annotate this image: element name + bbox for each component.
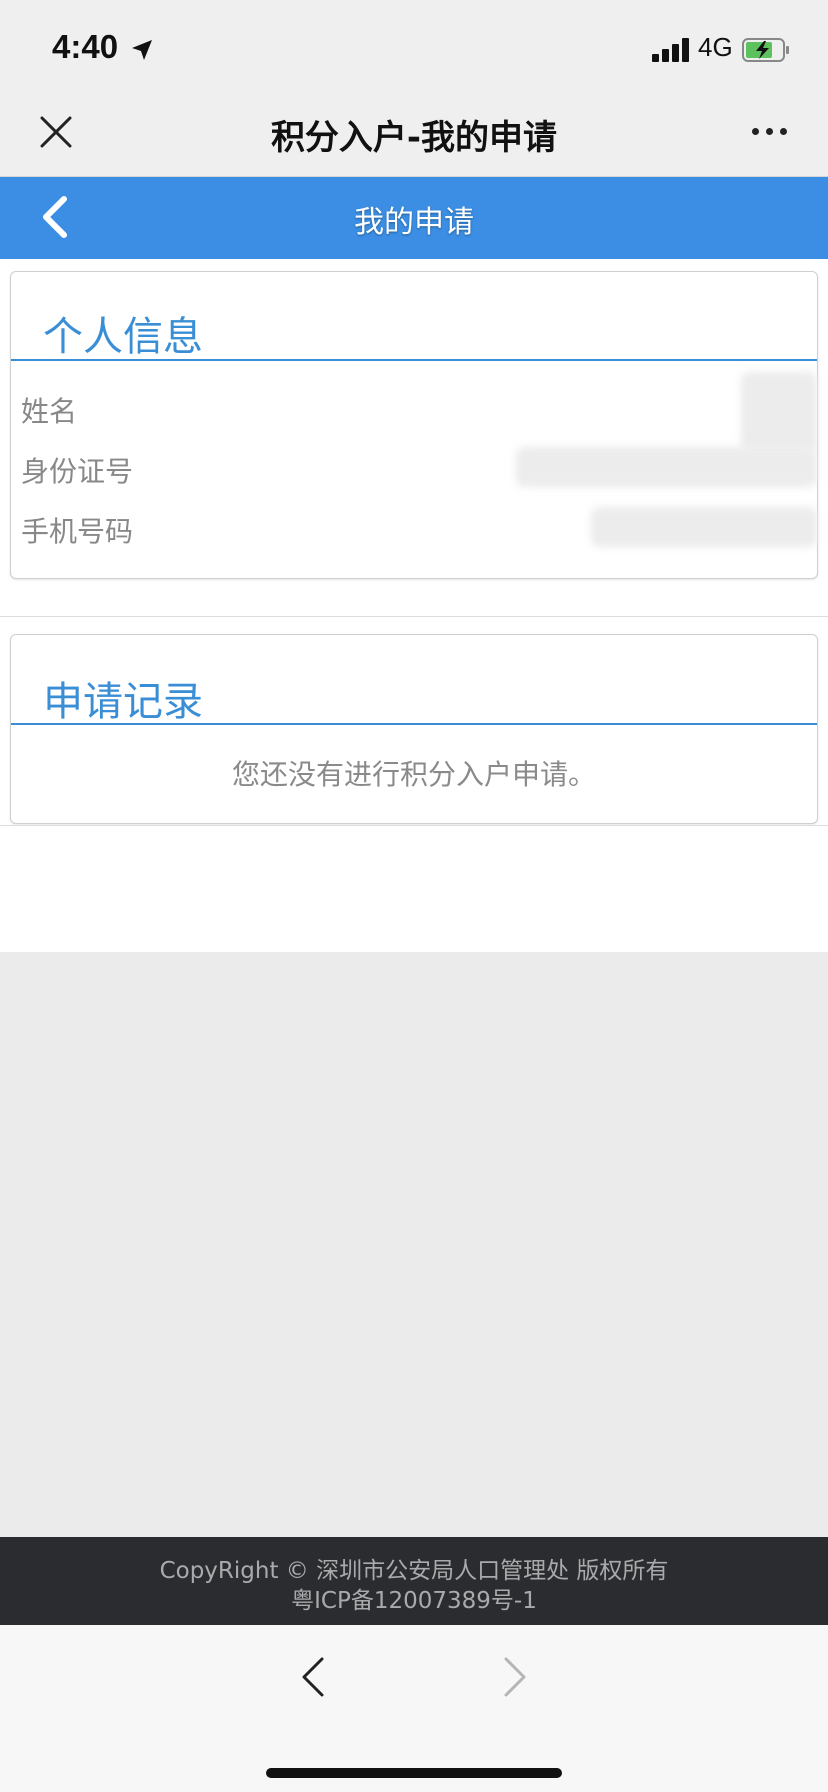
network-type-label: 4G	[698, 32, 733, 62]
webview-title: 积分入户-我的申请	[270, 118, 558, 158]
copyright-text: CopyRight © 深圳市公安局人口管理处 版权所有	[159, 1558, 669, 1584]
location-arrow-icon	[132, 40, 152, 60]
redacted-id-value	[516, 447, 817, 487]
personal-info-heading: 个人信息	[43, 314, 203, 360]
icp-license-text: 粤ICP备12007389号-1	[291, 1588, 537, 1614]
home-indicator[interactable]	[266, 1768, 562, 1778]
application-records-heading: 申请记录	[43, 679, 203, 725]
content-area: 个人信息 姓名 身份证号 手机号码 申请记录 您还没有进行积分入户申请。	[0, 259, 828, 952]
personal-info-card: 个人信息 姓名 身份证号 手机号码	[10, 271, 818, 579]
status-time: 4:40	[52, 28, 119, 65]
page-footer: CopyRight © 深圳市公安局人口管理处 版权所有 粤ICP备120073…	[0, 1537, 828, 1625]
heading-divider	[11, 359, 817, 361]
application-records-card: 申请记录 您还没有进行积分入户申请。	[10, 634, 818, 824]
status-bar: 4:40 4G	[0, 0, 828, 92]
phone-number-label: 手机号码	[21, 515, 134, 548]
browser-back-icon[interactable]	[298, 1655, 328, 1699]
webview-nav-bar: 积分入户-我的申请	[0, 92, 828, 177]
more-options-icon[interactable]	[750, 128, 790, 138]
redacted-name-value	[741, 372, 817, 452]
page-title: 我的申请	[354, 205, 474, 240]
section-divider	[0, 825, 828, 826]
redacted-phone-value	[591, 507, 817, 547]
browser-toolbar	[0, 1625, 828, 1792]
heading-divider	[11, 723, 817, 725]
battery-charging-icon	[742, 38, 789, 62]
signal-strength-icon	[652, 38, 692, 62]
browser-forward-icon[interactable]	[500, 1655, 530, 1699]
id-number-label: 身份证号	[21, 455, 134, 488]
name-label: 姓名	[21, 395, 78, 428]
empty-records-message: 您还没有进行积分入户申请。	[231, 758, 596, 791]
page-header: 我的申请	[0, 177, 828, 259]
section-divider	[0, 616, 828, 617]
